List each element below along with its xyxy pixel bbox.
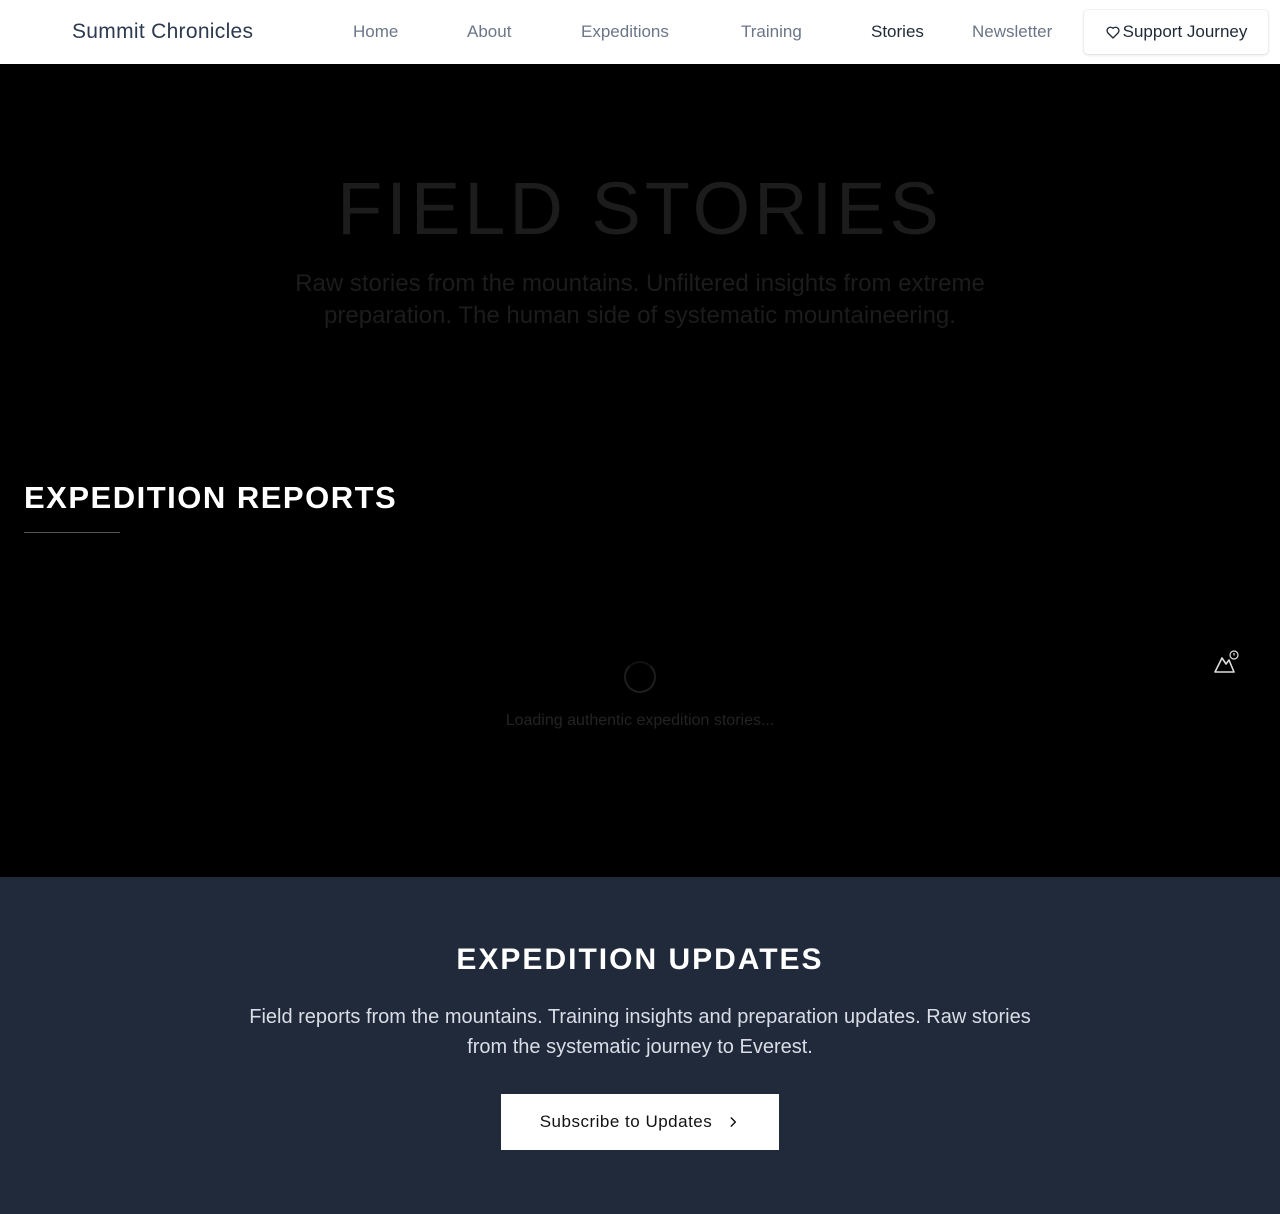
support-journey-label: Support Journey xyxy=(1122,22,1248,41)
loading-spinner xyxy=(624,661,656,693)
hero-subtitle: Raw stories from the mountains. Unfilter… xyxy=(295,270,985,329)
mountain-icon[interactable] xyxy=(1212,646,1242,676)
brand-logo[interactable]: Summit Chronicles xyxy=(72,0,253,64)
section-divider xyxy=(24,532,120,533)
chevron-right-icon xyxy=(730,1117,737,1127)
expedition-updates-section: EXPEDITION UPDATES Field reports from th… xyxy=(0,877,1280,1214)
loading-text: Loading authentic expedition stories... xyxy=(505,712,775,729)
updates-title: EXPEDITION UPDATES xyxy=(456,943,824,976)
nav-link-home[interactable]: Home xyxy=(353,0,398,64)
navbar: Summit Chronicles Home About Expeditions… xyxy=(0,0,1280,64)
nav-link-expeditions[interactable]: Expeditions xyxy=(581,0,669,64)
nav-link-stories[interactable]: Stories xyxy=(871,0,924,64)
nav-link-training[interactable]: Training xyxy=(741,0,802,64)
nav-link-about[interactable]: About xyxy=(467,0,511,64)
expedition-reports-title: EXPEDITION REPORTS xyxy=(24,480,398,515)
nav-link-newsletter[interactable]: Newsletter xyxy=(972,0,1052,64)
subscribe-label: Subscribe to Updates xyxy=(539,1112,713,1131)
stories-section: FIELD STORIES Raw stories from the mount… xyxy=(0,64,1280,877)
hero-title: FIELD STORIES xyxy=(337,167,943,250)
updates-description: Field reports from the mountains. Traini… xyxy=(249,1006,1031,1058)
heart-icon xyxy=(1106,26,1120,39)
support-journey-button[interactable]: Support Journey xyxy=(1084,10,1268,54)
subscribe-button[interactable]: Subscribe to Updates xyxy=(501,1094,779,1150)
